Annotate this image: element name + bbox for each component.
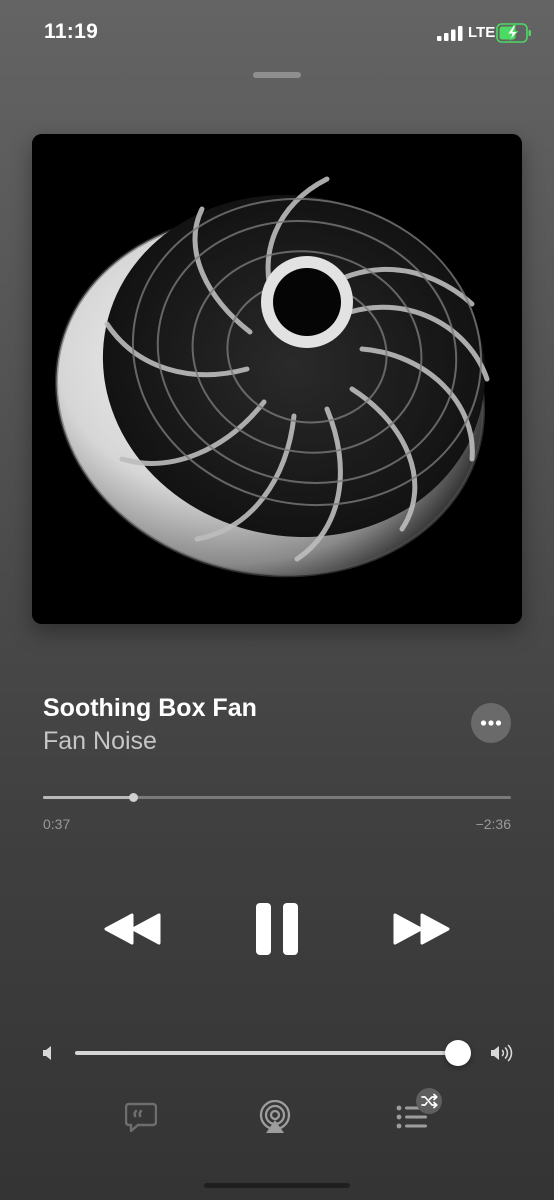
shuffle-badge[interactable] xyxy=(416,1088,442,1114)
sheet-grabber[interactable] xyxy=(253,72,301,78)
rewind-icon[interactable] xyxy=(103,912,163,946)
elapsed-time: 0:37 xyxy=(43,816,71,832)
ellipsis-icon xyxy=(480,720,502,726)
fast-forward-icon[interactable] xyxy=(391,912,451,946)
box-fan-artwork-image xyxy=(32,134,522,624)
track-artist[interactable]: Fan Noise xyxy=(43,727,157,756)
battery-charging-icon xyxy=(496,23,531,43)
volume-low-icon xyxy=(43,1046,51,1060)
track-title[interactable]: Soothing Box Fan xyxy=(43,694,257,723)
shuffle-icon xyxy=(421,1093,438,1109)
cellular-signal-icon xyxy=(437,26,463,41)
scrubber-knob[interactable] xyxy=(129,793,139,802)
volume-slider[interactable] xyxy=(75,1040,471,1066)
more-options-button[interactable] xyxy=(471,703,511,743)
lyrics-icon[interactable] xyxy=(125,1102,157,1132)
pause-icon[interactable] xyxy=(255,903,299,955)
album-artwork xyxy=(32,134,522,624)
airplay-icon[interactable] xyxy=(258,1100,292,1134)
status-time: 11:19 xyxy=(44,20,99,43)
home-indicator[interactable] xyxy=(204,1183,350,1188)
progress-fill xyxy=(43,796,134,799)
playback-scrubber[interactable] xyxy=(43,793,511,802)
remaining-time: −2:36 xyxy=(475,816,511,832)
volume-knob[interactable] xyxy=(445,1040,471,1066)
volume-high-icon xyxy=(491,1044,513,1062)
network-type: LTE xyxy=(468,24,496,41)
